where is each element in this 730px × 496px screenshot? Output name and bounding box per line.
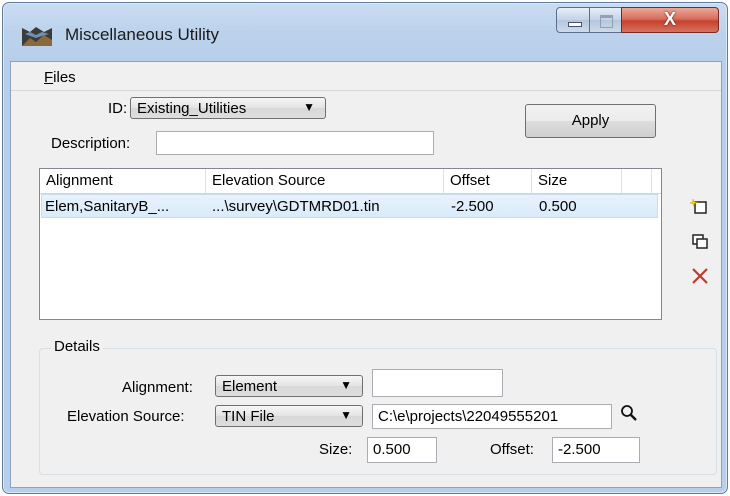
size-input-value: 0.500 (373, 441, 411, 458)
details-alignment-input[interactable] (372, 369, 503, 397)
delete-icon[interactable] (690, 266, 710, 286)
details-elevation-source-value: TIN File (222, 408, 275, 425)
details-alignment-label: Alignment: (122, 379, 193, 396)
id-label: ID: (108, 100, 128, 117)
maximize-button[interactable] (589, 7, 622, 33)
column-header-alignment[interactable]: Alignment (40, 169, 206, 193)
table-header: Alignment Elevation Source Offset Size (40, 169, 661, 194)
menu-files[interactable]: Files (44, 69, 76, 86)
menu-bar: Files (11, 62, 721, 91)
size-label: Size: (319, 441, 353, 458)
copy-icon[interactable] (690, 232, 710, 252)
add-icon[interactable] (689, 197, 710, 217)
column-header-spacer (622, 169, 652, 193)
cell-size: 0.500 (539, 198, 577, 215)
id-dropdown[interactable]: Existing_Utilities ▼ (130, 97, 326, 119)
menu-files-accelerator: F (44, 69, 54, 86)
details-group-title: Details (51, 338, 103, 355)
cell-offset: -2.500 (451, 198, 494, 215)
elevation-path-input[interactable]: C:\e\projects\22049555201 (372, 404, 612, 429)
minimize-icon (568, 22, 582, 27)
cell-elevation-source: ...\survey\GDTMRD01.tin (212, 198, 380, 215)
details-elevation-source-dropdown[interactable]: TIN File ▼ (215, 405, 363, 427)
size-input[interactable]: 0.500 (367, 437, 437, 463)
description-label: Description: (51, 135, 131, 152)
column-header-size[interactable]: Size (532, 169, 622, 193)
chevron-down-icon: ▼ (303, 100, 315, 114)
close-button[interactable]: X (621, 7, 719, 33)
app-icon[interactable] (22, 26, 52, 46)
chevron-down-icon: ▼ (340, 378, 352, 392)
column-header-elevation-source[interactable]: Elevation Source (206, 169, 444, 193)
apply-button[interactable]: Apply (525, 104, 656, 138)
dialog-client-area: Files ID: Existing_Utilities ▼ Descripti… (10, 61, 722, 488)
details-elevation-source-label: Elevation Source: (67, 408, 185, 425)
chevron-down-icon: ▼ (340, 408, 352, 422)
column-header-offset[interactable]: Offset (444, 169, 532, 193)
id-dropdown-value: Existing_Utilities (137, 100, 247, 117)
maximize-icon (600, 15, 613, 28)
description-input[interactable] (156, 131, 434, 155)
cell-alignment: Elem,SanitaryB_... (45, 198, 170, 215)
menu-files-label: iles (53, 69, 76, 86)
table-row[interactable]: Elem,SanitaryB_... ...\survey\GDTMRD01.t… (41, 194, 658, 218)
utilities-table[interactable]: Alignment Elevation Source Offset Size E… (39, 168, 662, 320)
minimize-button[interactable] (556, 7, 590, 33)
title-bar[interactable]: Miscellaneous Utility X (3, 3, 727, 61)
offset-label: Offset: (490, 441, 534, 458)
offset-input[interactable]: -2.500 (552, 437, 640, 463)
close-icon: X (663, 9, 676, 29)
elevation-path-value: C:\e\projects\22049555201 (378, 408, 559, 425)
details-alignment-dropdown[interactable]: Element ▼ (215, 375, 363, 397)
details-alignment-value: Element (222, 378, 278, 395)
magnifier-icon[interactable] (619, 403, 639, 423)
app-window: Miscellaneous Utility X Files ID: Existi… (2, 2, 728, 494)
window-title: Miscellaneous Utility (65, 25, 219, 44)
offset-input-value: -2.500 (558, 441, 601, 458)
